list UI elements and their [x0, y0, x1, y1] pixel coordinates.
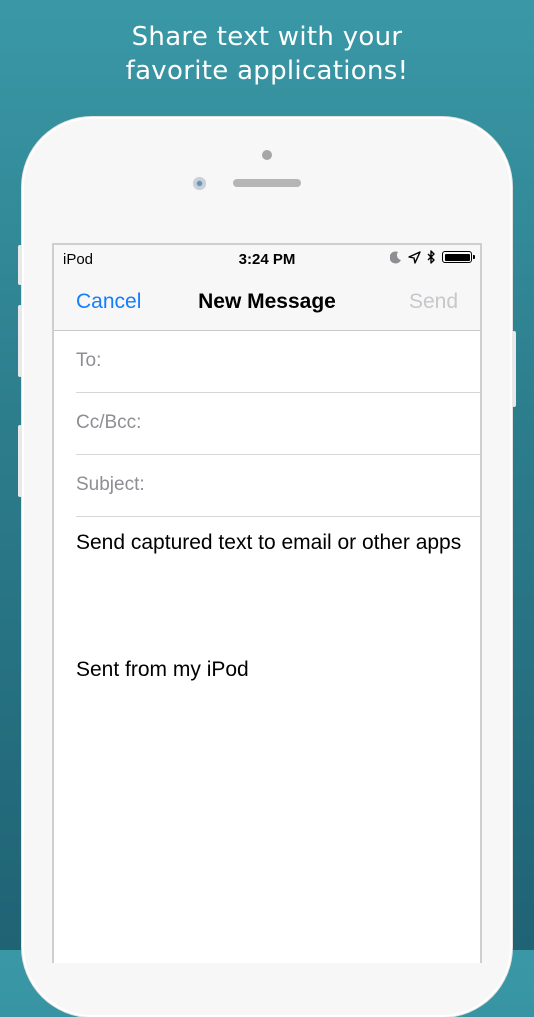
device-screen: iPod 3:24 PM Cancel New Message Send To:…	[52, 243, 482, 963]
message-signature[interactable]: Sent from my iPod	[76, 654, 249, 686]
bluetooth-icon	[427, 250, 435, 264]
cancel-button[interactable]: Cancel	[76, 290, 141, 314]
to-input[interactable]	[166, 343, 480, 381]
promo-headline: Share text with your favorite applicatio…	[0, 20, 534, 88]
earpiece-speaker	[233, 179, 301, 187]
to-field[interactable]: To:	[76, 331, 480, 393]
message-body[interactable]: Send captured text to email or other app…	[76, 527, 466, 559]
status-bar: iPod 3:24 PM	[54, 245, 480, 275]
battery-icon	[442, 251, 475, 263]
moon-icon	[390, 251, 401, 263]
cc-bcc-input[interactable]	[176, 405, 480, 443]
front-camera	[193, 177, 206, 190]
subject-label: Subject:	[76, 474, 145, 495]
proximity-sensor	[262, 150, 272, 160]
subject-field[interactable]: Subject:	[76, 455, 480, 517]
volume-down-button	[18, 425, 22, 497]
volume-up-button	[18, 305, 22, 377]
cc-bcc-field[interactable]: Cc/Bcc:	[76, 393, 480, 455]
headline-line-1: Share text with your	[131, 22, 403, 52]
location-arrow-icon	[408, 250, 421, 264]
status-icons	[390, 250, 475, 264]
headline-line-2: favorite applications!	[125, 56, 409, 86]
cc-bcc-label: Cc/Bcc:	[76, 412, 142, 433]
send-button[interactable]: Send	[409, 290, 458, 314]
to-label: To:	[76, 350, 102, 371]
compose-nav-bar: Cancel New Message Send	[54, 275, 480, 331]
subject-input[interactable]	[176, 467, 480, 505]
mute-switch	[18, 245, 22, 285]
power-button	[512, 331, 516, 407]
